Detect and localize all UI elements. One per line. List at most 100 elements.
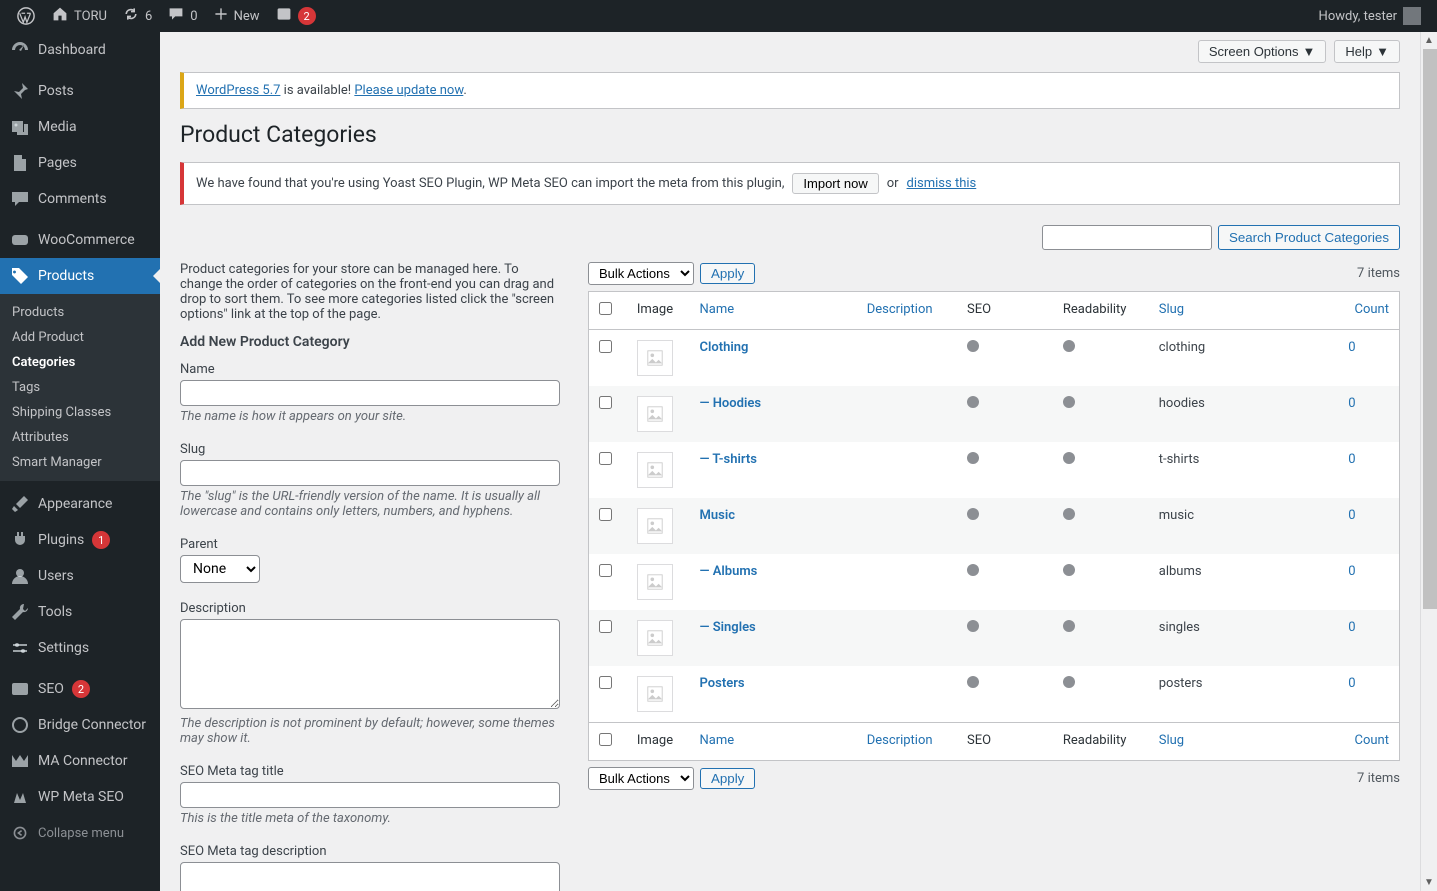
comments-link[interactable]: 0 [160, 0, 205, 32]
col-name-foot[interactable]: Name [690, 722, 857, 760]
slug-input[interactable] [180, 460, 560, 486]
sidebar-submenu-products: Products Add Product Categories Tags Shi… [0, 294, 160, 481]
apply-button-top[interactable]: Apply [700, 263, 755, 284]
row-checkbox[interactable] [599, 676, 612, 689]
updates-icon [123, 6, 139, 26]
category-name-link[interactable]: — Albums [700, 564, 758, 579]
category-name-link[interactable]: Posters [700, 676, 745, 691]
brush-icon [10, 494, 30, 514]
col-count-foot[interactable]: Count [1338, 722, 1399, 760]
sidebar-item-appearance[interactable]: Appearance [0, 486, 160, 522]
category-name-link[interactable]: — Hoodies [700, 396, 761, 411]
sidebar-item-products[interactable]: Products [0, 258, 160, 294]
sub-item-add-product[interactable]: Add Product [0, 325, 160, 350]
wp-version-link[interactable]: WordPress 5.7 [196, 83, 280, 98]
count-link[interactable]: 0 [1348, 452, 1355, 467]
scroll-track[interactable] [1421, 49, 1437, 874]
items-count-top: 7 items [1357, 266, 1400, 281]
count-link[interactable]: 0 [1348, 396, 1355, 411]
update-now-link[interactable]: Please update now [354, 83, 463, 98]
row-checkbox[interactable] [599, 340, 612, 353]
row-checkbox[interactable] [599, 620, 612, 633]
sidebar-item-seo[interactable]: SEO 2 [0, 671, 160, 707]
row-checkbox[interactable] [599, 564, 612, 577]
scroll-thumb[interactable] [1423, 49, 1437, 609]
count-link[interactable]: 0 [1348, 564, 1355, 579]
sidebar-item-woocommerce[interactable]: WooCommerce [0, 222, 160, 258]
table-row: Clothingclothing0 [589, 330, 1399, 386]
sub-item-products[interactable]: Products [0, 300, 160, 325]
howdy-link[interactable]: Howdy, tester [1311, 0, 1429, 32]
new-link[interactable]: New [206, 0, 268, 32]
help-button[interactable]: Help ▼ [1334, 40, 1400, 63]
col-description[interactable]: Description [857, 292, 957, 330]
row-checkbox[interactable] [599, 508, 612, 521]
sidebar-collapse[interactable]: Collapse menu [0, 815, 160, 851]
parent-select[interactable]: None [180, 555, 260, 583]
sidebar-item-wpmetaseo[interactable]: WP Meta SEO [0, 779, 160, 815]
scrollbar[interactable]: ▲ ▼ [1420, 32, 1437, 891]
category-name-link[interactable]: Music [700, 508, 735, 523]
metatitle-input[interactable] [180, 782, 560, 808]
name-label: Name [180, 362, 560, 377]
row-checkbox[interactable] [599, 452, 612, 465]
bulk-actions-top[interactable]: Bulk Actions [588, 262, 694, 285]
sidebar-item-pages[interactable]: Pages [0, 145, 160, 181]
sub-item-attributes[interactable]: Attributes [0, 425, 160, 450]
category-name-link[interactable]: — Singles [700, 620, 756, 635]
count-link[interactable]: 0 [1348, 676, 1355, 691]
description-hint: The description is not prominent by defa… [180, 716, 560, 746]
sidebar-item-comments[interactable]: Comments [0, 181, 160, 217]
col-slug-foot[interactable]: Slug [1149, 722, 1338, 760]
search-input[interactable] [1042, 225, 1212, 250]
sidebar-item-ma[interactable]: MA Connector [0, 743, 160, 779]
col-description-foot[interactable]: Description [857, 722, 957, 760]
sub-item-smart-manager[interactable]: Smart Manager [0, 450, 160, 475]
row-checkbox[interactable] [599, 396, 612, 409]
sidebar-item-media[interactable]: Media [0, 109, 160, 145]
select-all-bottom[interactable] [599, 733, 612, 746]
sidebar-item-tools[interactable]: Tools [0, 594, 160, 630]
count-link[interactable]: 0 [1348, 508, 1355, 523]
chevron-down-icon: ▼ [1376, 44, 1389, 59]
scroll-down-icon[interactable]: ▼ [1421, 874, 1437, 891]
name-input[interactable] [180, 380, 560, 406]
import-now-button[interactable]: Import now [792, 173, 878, 194]
sub-item-shipping[interactable]: Shipping Classes [0, 400, 160, 425]
bulk-actions-bottom[interactable]: Bulk Actions [588, 767, 694, 790]
seo-toolbar-link[interactable]: 2 [268, 0, 324, 32]
sub-item-tags[interactable]: Tags [0, 375, 160, 400]
dashboard-icon [10, 40, 30, 60]
col-count[interactable]: Count [1338, 292, 1399, 330]
category-name-link[interactable]: Clothing [700, 340, 749, 355]
count-link[interactable]: 0 [1348, 340, 1355, 355]
metadesc-textarea[interactable] [180, 862, 560, 891]
wordpress-logo[interactable] [8, 0, 44, 32]
col-seo: SEO [957, 292, 1053, 330]
sidebar-item-dashboard[interactable]: Dashboard [0, 32, 160, 68]
count-link[interactable]: 0 [1348, 620, 1355, 635]
select-all-top[interactable] [599, 302, 612, 315]
updates-link[interactable]: 6 [115, 0, 160, 32]
col-seo-foot: SEO [957, 722, 1053, 760]
dismiss-link[interactable]: dismiss this [907, 176, 977, 191]
col-name[interactable]: Name [690, 292, 857, 330]
sidebar-item-users[interactable]: Users [0, 558, 160, 594]
search-button[interactable]: Search Product Categories [1218, 225, 1400, 250]
site-name-link[interactable]: TORU [44, 0, 115, 32]
sidebar-item-plugins[interactable]: Plugins 1 [0, 522, 160, 558]
description-textarea[interactable] [180, 619, 560, 709]
seo-status-icon [967, 396, 979, 408]
scroll-up-icon[interactable]: ▲ [1421, 32, 1437, 49]
howdy-text: Howdy, tester [1319, 9, 1397, 24]
col-slug[interactable]: Slug [1149, 292, 1338, 330]
sidebar-item-bridge[interactable]: Bridge Connector [0, 707, 160, 743]
category-name-link[interactable]: — T-shirts [700, 452, 757, 467]
sub-item-categories[interactable]: Categories [0, 350, 160, 375]
sidebar-item-settings[interactable]: Settings [0, 630, 160, 666]
screen-options-button[interactable]: Screen Options ▼ [1198, 40, 1326, 63]
apply-button-bottom[interactable]: Apply [700, 768, 755, 789]
yoast-notice: We have found that you're using Yoast SE… [180, 162, 1400, 205]
seo-status-icon [967, 620, 979, 632]
sidebar-item-posts[interactable]: Posts [0, 73, 160, 109]
